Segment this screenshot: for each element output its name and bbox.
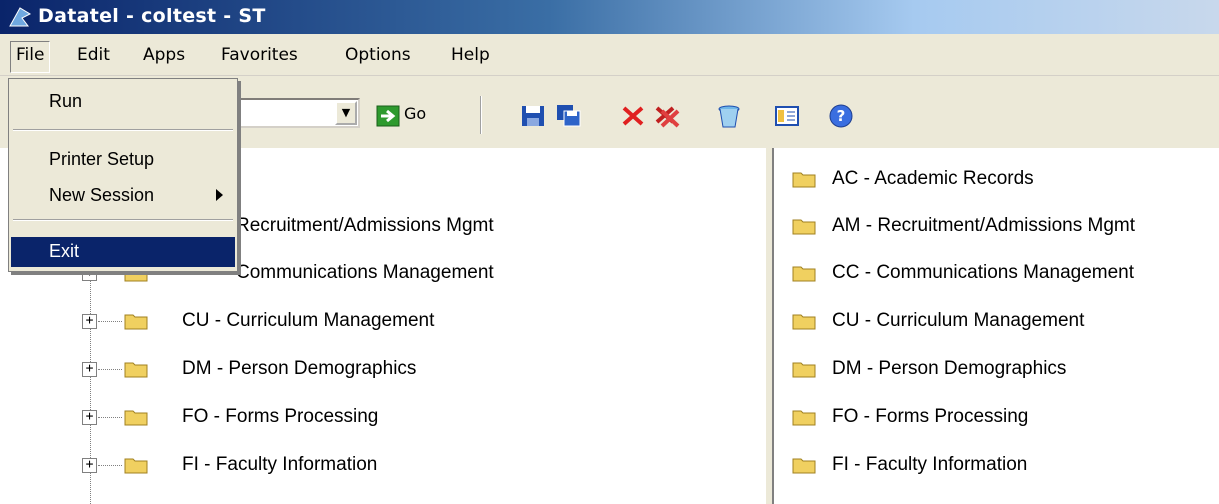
folder-icon	[792, 266, 816, 282]
go-button[interactable]: Go	[404, 104, 426, 123]
menu-item-new-session[interactable]: New Session	[11, 181, 235, 211]
list-item[interactable]: DM - Person Demographics	[788, 354, 1218, 384]
list-item-label: CU - Curriculum Management	[832, 310, 1085, 331]
folder-icon	[124, 410, 148, 426]
folder-icon	[124, 362, 148, 378]
folder-icon	[792, 458, 816, 474]
menu-item-label: Exit	[49, 241, 80, 261]
list-item[interactable]: CC - Communications Management	[788, 258, 1218, 288]
expand-plus-icon[interactable]: +	[82, 458, 97, 473]
tree-item-label: CU - Curriculum Management	[182, 310, 435, 331]
folder-icon	[124, 458, 148, 474]
list-item[interactable]: FI - Faculty Information	[788, 450, 1218, 480]
menu-separator	[13, 219, 233, 221]
tree-item[interactable]: + FO - Forms Processing	[80, 402, 760, 432]
menu-options[interactable]: Options	[342, 45, 414, 65]
list-item-label: CC - Communications Management	[832, 262, 1135, 283]
menu-item-run[interactable]: Run	[11, 87, 235, 117]
file-menu-dropdown: Run Printer Setup New Session Exit	[8, 78, 238, 272]
tree-item[interactable]: + DM - Person Demographics	[80, 354, 760, 384]
list-item-label: FI - Faculty Information	[832, 454, 1028, 475]
list-item-label: DM - Person Demographics	[832, 358, 1067, 379]
menu-item-printer-setup[interactable]: Printer Setup	[11, 145, 235, 175]
view-icon[interactable]	[774, 104, 800, 128]
menu-apps[interactable]: Apps	[140, 45, 188, 65]
submenu-arrow-icon	[216, 189, 223, 201]
menu-separator	[13, 129, 233, 131]
tree-connector	[98, 273, 122, 274]
list-item[interactable]: AC - Academic Records	[788, 164, 1218, 194]
tree-item-label: Communications Management	[236, 262, 494, 283]
list-item-label: FO - Forms Processing	[832, 406, 1029, 427]
tree-connector	[98, 465, 122, 466]
list-item[interactable]: AM - Recruitment/Admissions Mgmt	[788, 211, 1218, 241]
menu-file[interactable]: File	[10, 41, 51, 73]
delete-icon[interactable]	[620, 104, 646, 128]
folder-icon	[124, 314, 148, 330]
menu-item-label: Printer Setup	[49, 149, 155, 169]
go-arrow-icon[interactable]	[376, 104, 402, 128]
module-list-pane: AC - Academic Records AM - Recruitment/A…	[772, 148, 1219, 504]
expand-plus-icon[interactable]: +	[82, 410, 97, 425]
folder-icon	[792, 314, 816, 330]
list-item-label: AC - Academic Records	[832, 168, 1034, 189]
folder-icon	[792, 410, 816, 426]
folder-icon	[792, 219, 816, 235]
chevron-down-icon[interactable]: ▼	[335, 101, 357, 125]
toolbar-separator	[480, 96, 482, 134]
menu-item-label: New Session	[49, 185, 155, 205]
tree-item-label: FO - Forms Processing	[182, 406, 379, 427]
svg-text:?: ?	[837, 107, 846, 125]
tree-item[interactable]: + FI - Faculty Information	[80, 450, 760, 480]
folder-icon	[792, 362, 816, 378]
tree-item[interactable]: + CU - Curriculum Management	[80, 306, 760, 336]
list-item[interactable]: CU - Curriculum Management	[788, 306, 1218, 336]
expand-plus-icon[interactable]: +	[82, 362, 97, 377]
menu-help[interactable]: Help	[448, 45, 493, 65]
list-item[interactable]: FO - Forms Processing	[788, 402, 1218, 432]
tree-item-label: Recruitment/Admissions Mgmt	[236, 215, 494, 236]
menu-edit[interactable]: Edit	[74, 45, 113, 65]
title-bar: Datatel - coltest - ST	[0, 0, 1219, 34]
app-logo-icon	[9, 7, 32, 27]
menu-bar: File Edit Apps Favorites Options Help	[0, 34, 1219, 76]
save-all-icon[interactable]	[556, 104, 582, 128]
list-item-label: AM - Recruitment/Admissions Mgmt	[832, 215, 1136, 236]
window-title: Datatel - coltest - ST	[38, 5, 266, 27]
menu-favorites[interactable]: Favorites	[218, 45, 301, 65]
save-icon[interactable]	[520, 104, 546, 128]
tree-item-label: DM - Person Demographics	[182, 358, 417, 379]
expand-plus-icon[interactable]: +	[82, 314, 97, 329]
tree-connector	[98, 321, 122, 322]
folder-icon	[792, 172, 816, 188]
tree-item-label: FI - Faculty Information	[182, 454, 378, 475]
tree-connector	[98, 417, 122, 418]
menu-item-exit[interactable]: Exit	[11, 237, 235, 267]
tree-connector	[98, 369, 122, 370]
menu-item-label: Run	[49, 91, 83, 111]
trash-icon[interactable]	[716, 104, 742, 128]
help-icon[interactable]: ?	[828, 104, 854, 128]
delete-all-icon[interactable]	[654, 104, 680, 128]
